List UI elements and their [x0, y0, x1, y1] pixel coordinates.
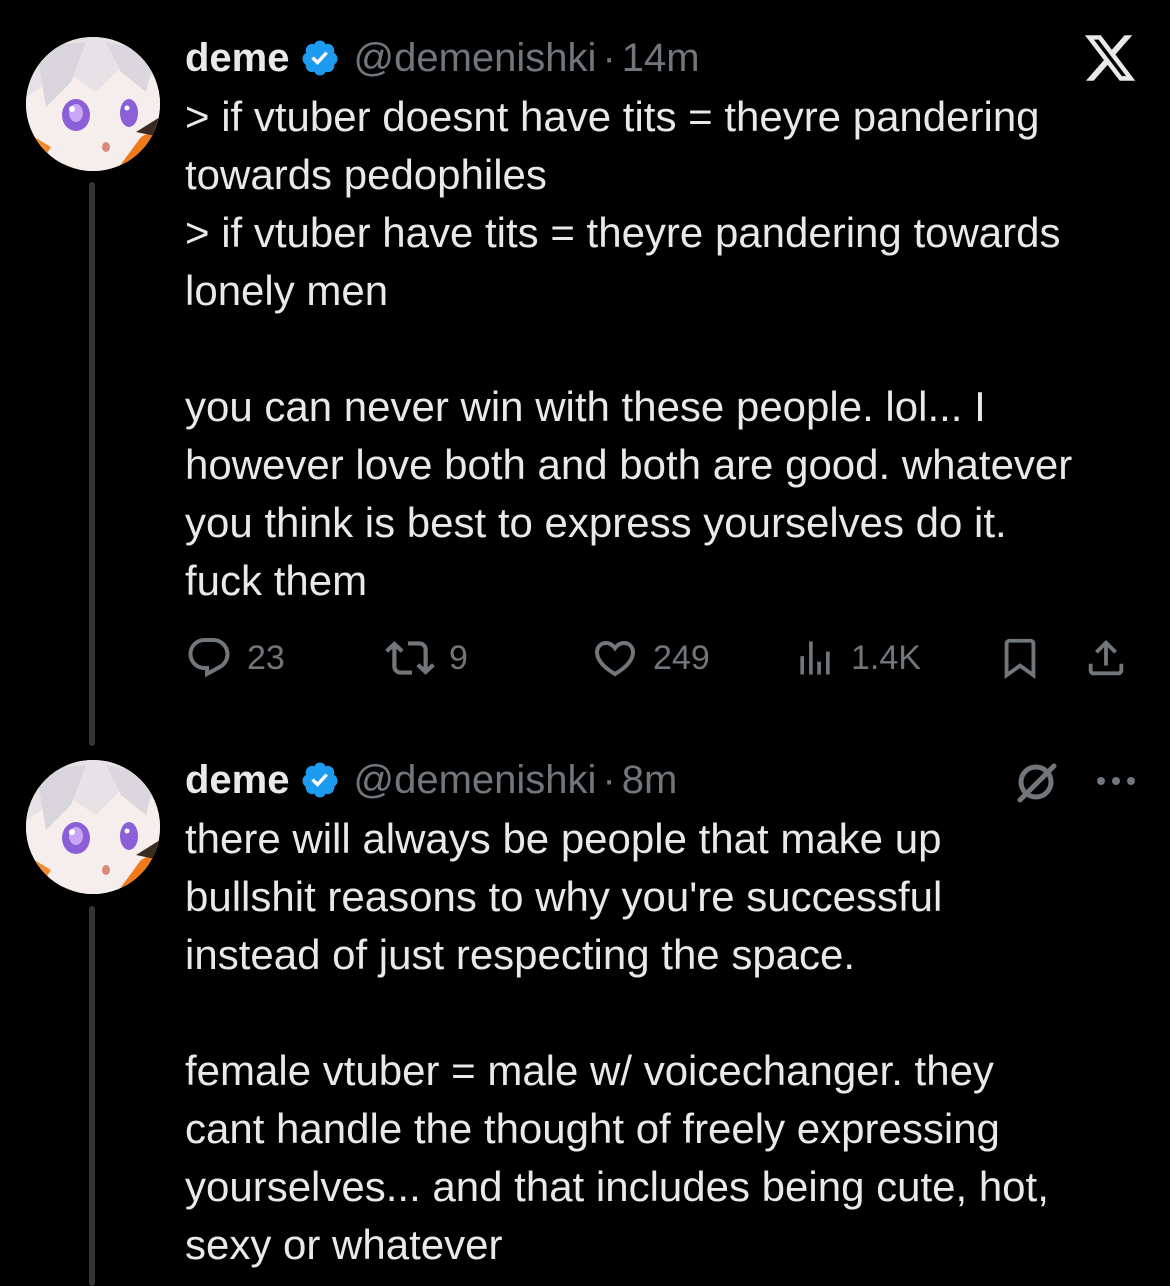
handle[interactable]: @demenishki	[354, 758, 597, 803]
tweet-text-line: you think is best to express yourselves …	[185, 499, 1007, 546]
x-logo-icon	[1082, 30, 1138, 86]
tweet-actions: 23 9 249 1.4K	[185, 627, 1145, 689]
reply-count: 23	[247, 638, 285, 677]
repost-count: 9	[449, 638, 468, 677]
tweet-text-line: cant handle the thought of freely expres…	[185, 1105, 1000, 1152]
thread-line	[89, 906, 95, 1286]
handle[interactable]: @demenishki	[354, 36, 597, 81]
repost-icon	[385, 641, 435, 675]
share-button[interactable]	[1083, 627, 1129, 689]
tweet-text-line	[185, 320, 1155, 378]
tweet-header: deme @demenishki · 14m	[185, 33, 700, 83]
tweet-text-line: fuck them	[185, 557, 368, 604]
tweet-text-line: lonely men	[185, 267, 389, 314]
tweet-text-line: instead of just respecting the space.	[185, 931, 856, 978]
thread-line	[89, 182, 95, 746]
avatar[interactable]	[26, 37, 160, 171]
analytics-icon	[800, 641, 830, 675]
tweet-text-line: bullshit reasons to why you're successfu…	[185, 873, 943, 920]
tweet[interactable]: deme @demenishki · 8m there will always …	[0, 740, 1170, 1286]
share-icon	[1088, 639, 1124, 676]
avatar[interactable]	[26, 760, 160, 894]
tweet[interactable]: deme @demenishki · 14m > if vtuber doesn…	[0, 0, 1170, 746]
separator-dot: ·	[602, 35, 616, 80]
avatar-anime-girl-icon	[26, 760, 160, 894]
verified-badge-icon[interactable]	[300, 38, 340, 78]
display-name[interactable]: deme	[185, 36, 290, 81]
view-count: 1.4K	[851, 638, 921, 677]
repost-button[interactable]: 9	[385, 627, 468, 689]
tweet-text-line: female vtuber = male w/ voicechanger. th…	[185, 1047, 994, 1094]
like-count: 249	[653, 638, 710, 677]
tweet-text-line: sexy or whatever	[185, 1221, 503, 1268]
views-button[interactable]: 1.4K	[793, 627, 921, 689]
tweet-text: > if vtuber doesnt have tits = theyre pa…	[185, 88, 1155, 610]
tweet-text-line	[185, 984, 1155, 1042]
heart-icon	[594, 641, 636, 677]
tweet-text-line: towards pedophiles	[185, 151, 547, 198]
separator-dot: ·	[602, 757, 616, 802]
bookmark-button[interactable]	[997, 627, 1043, 689]
verified-badge-icon[interactable]	[300, 760, 340, 800]
display-name[interactable]: deme	[185, 758, 290, 803]
like-button[interactable]: 249	[591, 627, 710, 689]
tweet-text-line: yourselves... and that includes being cu…	[185, 1163, 1049, 1210]
grok-icon[interactable]	[1012, 758, 1060, 806]
timestamp[interactable]: 8m	[622, 758, 678, 803]
reply-button[interactable]: 23	[185, 627, 285, 689]
tweet-text-line: > if vtuber have tits = theyre pandering…	[185, 209, 1061, 256]
tweet-text-line: > if vtuber doesnt have tits = theyre pa…	[185, 93, 1040, 140]
reply-icon	[188, 638, 230, 678]
tweet-text-line: there will always be people that make up	[185, 815, 942, 862]
bookmark-icon	[1004, 638, 1036, 679]
more-options-icon[interactable]	[1094, 764, 1138, 798]
tweet-header: deme @demenishki · 8m	[185, 755, 677, 805]
avatar-anime-girl-icon	[26, 37, 160, 171]
tweet-text: there will always be people that make up…	[185, 810, 1155, 1274]
timestamp[interactable]: 14m	[622, 36, 700, 81]
tweet-text-line: you can never win with these people. lol…	[185, 383, 986, 430]
tweet-text-line: however love both and both are good. wha…	[185, 441, 1073, 488]
